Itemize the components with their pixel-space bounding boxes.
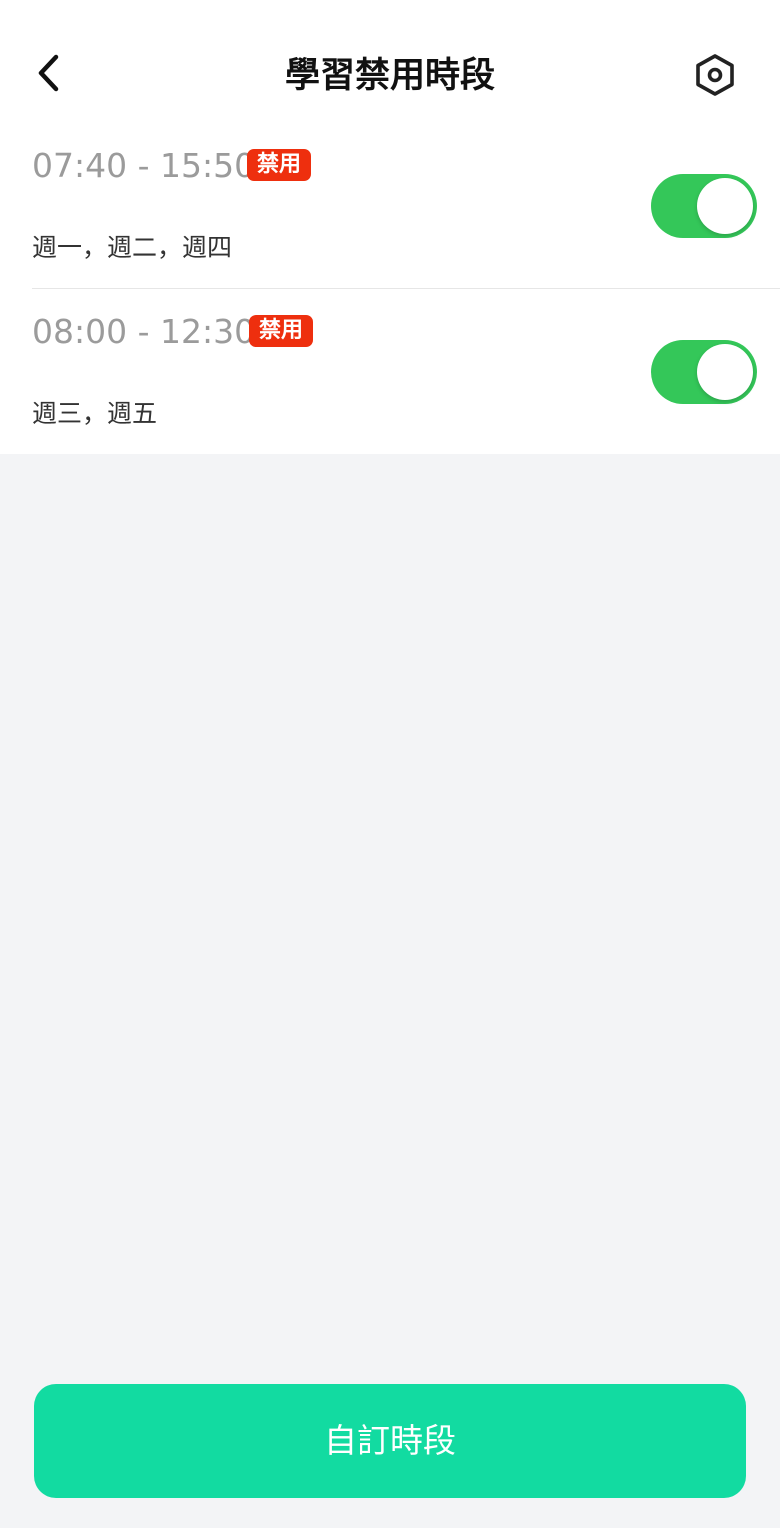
enable-toggle[interactable]: [651, 340, 757, 404]
status-badge: 禁用: [249, 315, 314, 347]
time-range: 07:40 - 15:50: [32, 146, 256, 185]
page-title: 學習禁用時段: [284, 56, 495, 96]
enable-toggle[interactable]: [651, 174, 757, 238]
navigation-bar: 學習禁用時段: [0, 0, 780, 124]
toggle-knob: [697, 178, 753, 234]
toggle-knob: [697, 344, 753, 400]
status-badge: 禁用: [247, 149, 312, 181]
schedule-list: 07:40 - 15:50 禁用 週一，週二，週四 08:00 - 12:30 …: [0, 124, 780, 454]
custom-period-button[interactable]: 自訂時段: [34, 1384, 746, 1498]
repeat-days: 週三，週五: [32, 399, 158, 428]
hexagon-gear-icon: [694, 53, 736, 101]
list-item[interactable]: 07:40 - 15:50 禁用 週一，週二，週四: [0, 124, 780, 289]
list-item[interactable]: 08:00 - 12:30 禁用 週三，週五: [0, 290, 780, 454]
time-range: 08:00 - 12:30: [32, 312, 256, 351]
settings-button[interactable]: [688, 50, 742, 104]
repeat-days: 週一，週二，週四: [32, 233, 233, 262]
divider: [32, 288, 780, 289]
